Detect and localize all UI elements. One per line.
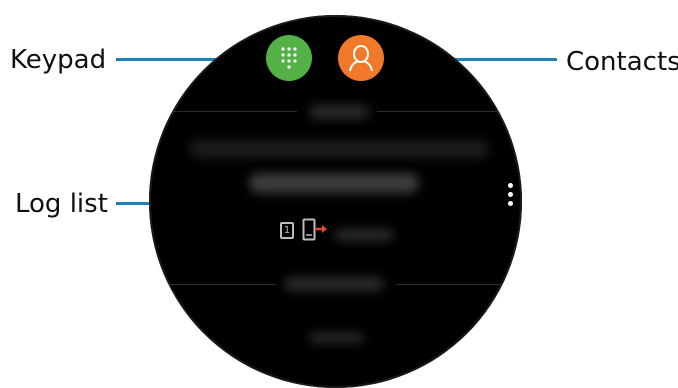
dialpad-icon xyxy=(281,47,297,69)
log-item-blur xyxy=(309,105,369,119)
sim-card-icon: 1 xyxy=(280,222,294,239)
log-item-blur xyxy=(309,333,364,343)
outgoing-call-icon xyxy=(302,218,330,242)
row-divider xyxy=(395,284,511,285)
row-divider xyxy=(163,284,277,285)
keypad-callout-label: Keypad xyxy=(10,45,107,75)
contacts-button[interactable] xyxy=(338,35,384,81)
row-divider xyxy=(377,111,507,112)
sim-badge-number: 1 xyxy=(283,225,291,236)
log-item-blur xyxy=(284,277,384,291)
keypad-button[interactable] xyxy=(266,35,312,81)
log-list-callout-label: Log list xyxy=(15,189,108,219)
log-item-blur xyxy=(189,140,489,158)
contacts-callout-label: Contacts xyxy=(566,47,678,77)
more-vertical-icon[interactable] xyxy=(508,183,514,210)
watch-screen: 1 xyxy=(149,15,522,388)
row-divider xyxy=(169,111,297,112)
log-list-item[interactable]: 1 xyxy=(209,165,469,250)
person-icon xyxy=(349,45,373,72)
